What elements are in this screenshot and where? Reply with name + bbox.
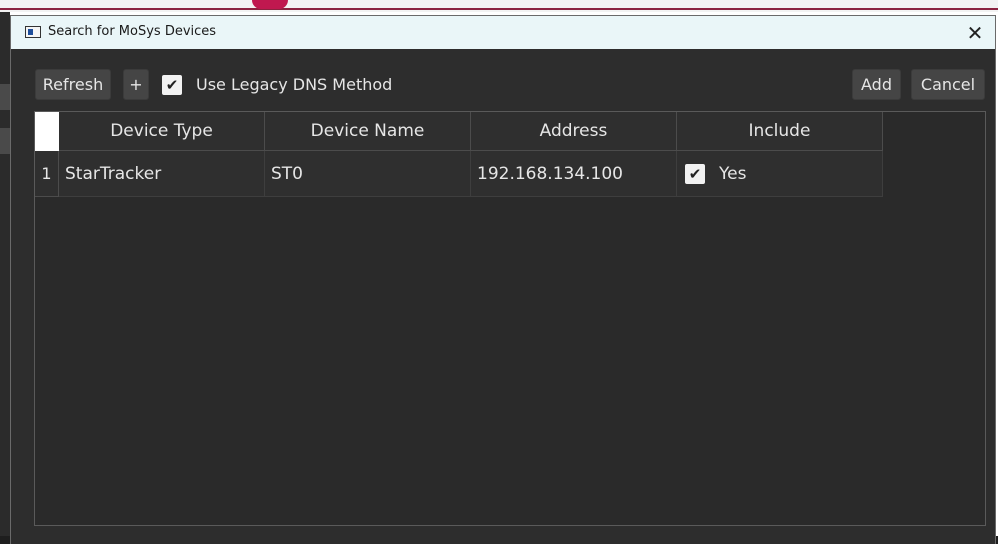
legacy-dns-label[interactable]: Use Legacy DNS Method	[196, 75, 392, 95]
close-icon[interactable]: ✕	[957, 16, 993, 49]
search-devices-dialog: Search for MoSys Devices ✕ Refresh + ✔ U…	[10, 15, 996, 544]
cell-include[interactable]: ✔ Yes	[677, 151, 883, 197]
cancel-button[interactable]: Cancel	[911, 69, 985, 100]
cell-device-name[interactable]: ST0	[265, 151, 471, 197]
refresh-button[interactable]: Refresh	[35, 69, 111, 100]
add-button[interactable]: Add	[852, 69, 901, 100]
cell-address[interactable]: 192.168.134.100	[471, 151, 677, 197]
background-sidebar-item	[0, 84, 10, 110]
background-app-sidebar	[0, 12, 10, 544]
table-corner-select-all[interactable]	[35, 112, 59, 151]
dialog-titlebar[interactable]: Search for MoSys Devices ✕	[11, 16, 995, 49]
legacy-dns-checkbox[interactable]: ✔	[162, 75, 182, 95]
column-header-include[interactable]: Include	[677, 112, 883, 151]
window-icon	[25, 26, 41, 38]
cell-device-type[interactable]: StarTracker	[59, 151, 265, 197]
column-header-device-type[interactable]: Device Type	[59, 112, 265, 151]
add-row-button[interactable]: +	[123, 69, 149, 100]
column-header-address[interactable]: Address	[471, 112, 677, 151]
background-sidebar-item	[0, 128, 10, 154]
devices-table[interactable]: Device Type Device Name Address Include …	[34, 111, 986, 526]
row-header[interactable]: 1	[35, 151, 59, 197]
column-header-device-name[interactable]: Device Name	[265, 112, 471, 151]
include-label: Yes	[719, 163, 747, 184]
include-checkbox[interactable]: ✔	[685, 163, 705, 184]
background-app-header	[0, 0, 998, 12]
background-accent-line	[0, 8, 998, 10]
background-logo-shape	[252, 0, 288, 9]
dialog-title: Search for MoSys Devices	[48, 24, 217, 39]
